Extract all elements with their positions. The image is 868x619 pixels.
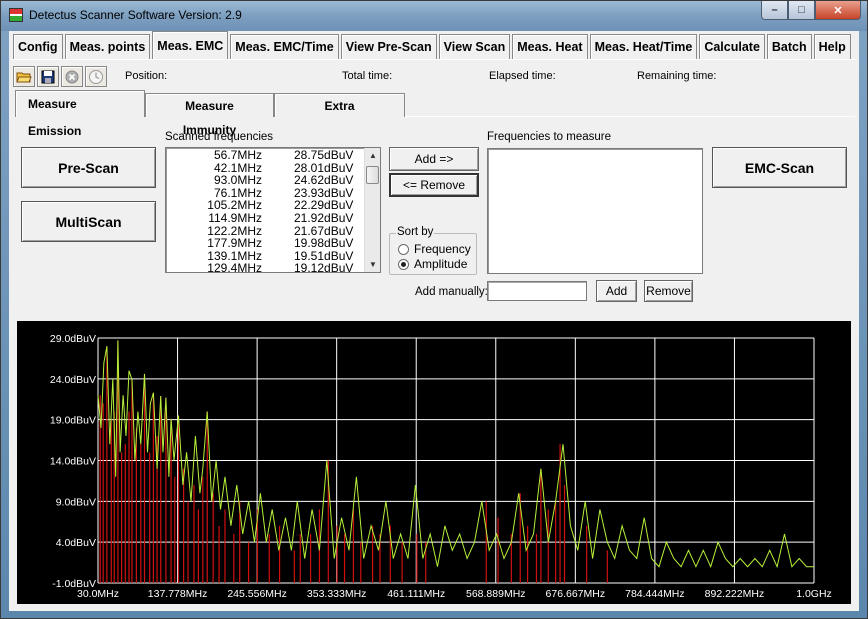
frequency-value: 129.4MHz (207, 261, 262, 273)
amplitude-value: 24.62dBuV (294, 173, 354, 188)
spectrum-chart-svg: 29.0dBuV 24.0dBuV 19.0dBuV 14.0dBuV 9.0dBuV 4… (50, 333, 832, 600)
window-title: Detectus Scanner Software Version: 2.9 (29, 8, 242, 22)
app-icon (9, 8, 23, 22)
frequencies-to-measure-label: Frequencies to measure (487, 131, 612, 143)
tab-view-scan[interactable]: View Scan (438, 34, 511, 59)
y-tick-label: 4.0dBuV (56, 537, 96, 549)
tab-measure-immunity[interactable]: Measure Immunity (145, 93, 274, 137)
x-tick-label: 30.0MHz (77, 588, 119, 600)
maximize-button[interactable]: □ (788, 1, 815, 20)
stop-icon[interactable] (61, 66, 83, 87)
scroll-thumb[interactable] (366, 166, 379, 184)
amplitude-value: 19.98dBuV (294, 236, 354, 251)
save-icon[interactable] (37, 66, 59, 87)
tab-extra[interactable]: Extra (274, 93, 405, 117)
amplitude-value: 28.75dBuV (294, 148, 354, 162)
scanned-frequencies-label: Scanned frequencies (165, 131, 274, 143)
amplitude-radio[interactable] (398, 258, 409, 270)
multiscan-button[interactable]: MultiScan (21, 201, 156, 242)
remove-frequency-button[interactable]: <= Remove (389, 173, 479, 197)
y-tick-label: 14.0dBuV (50, 456, 96, 468)
remaining-time-label: Remaining time: (637, 70, 717, 82)
scroll-up-icon[interactable]: ▲ (365, 148, 380, 163)
frequency-value: 177.9MHz (207, 236, 262, 251)
scroll-down-icon[interactable]: ▼ (365, 257, 380, 272)
emc-scan-button[interactable]: EMC-Scan (712, 147, 847, 188)
tab-meas-points[interactable]: Meas. points (64, 34, 151, 59)
amplitude-value: 21.92dBuV (294, 211, 354, 225)
sort-amplitude-option[interactable]: Amplitude (398, 257, 467, 271)
total-time-label: Total time: (342, 70, 393, 82)
y-tick-label: 29.0dBuV (50, 333, 96, 345)
tab-meas-heat[interactable]: Meas. Heat (512, 34, 588, 59)
main-tab-bar: Config Meas. points Meas. EMC Meas. EMC/… (13, 31, 853, 60)
tab-calculate[interactable]: Calculate (699, 34, 765, 59)
frequency-value: 114.9MHz (208, 211, 262, 225)
sub-tab-bar: Measure Emission Measure Immunity Extra (15, 90, 405, 138)
add-frequency-button[interactable]: Add => (389, 147, 479, 171)
spectrum-trace (97, 340, 814, 569)
tab-measure-emission[interactable]: Measure Emission (15, 90, 145, 138)
x-tick-label: 892.222MHz (705, 588, 765, 600)
tab-meas-emc-time[interactable]: Meas. EMC/Time (230, 34, 339, 59)
close-button[interactable]: ✕ (815, 1, 861, 20)
application-window: Detectus Scanner Software Version: 2.9 –… (0, 0, 868, 619)
frequencies-to-measure-list[interactable] (487, 148, 703, 274)
x-tick-label: 137.778MHz (148, 588, 208, 600)
x-tick-label: 353.333MHz (307, 588, 367, 600)
open-folder-icon[interactable] (13, 66, 35, 87)
y-tick-label: 9.0dBuV (56, 496, 96, 508)
x-tick-label: 784.444MHz (625, 588, 685, 600)
title-bar[interactable]: Detectus Scanner Software Version: 2.9 –… (1, 1, 867, 31)
tab-meas-heat-time[interactable]: Meas. Heat/Time (589, 34, 698, 59)
frequency-value: 56.7MHz (213, 148, 262, 162)
amplitude-radio-label: Amplitude (414, 257, 468, 271)
scanned-list-scrollbar[interactable]: ▲ ▼ (364, 148, 380, 272)
frequency-radio-label: Frequency (414, 242, 471, 256)
sort-by-label: Sort by (396, 226, 435, 238)
x-tick-label: 461.111MHz (387, 588, 445, 600)
tab-view-pre-scan[interactable]: View Pre-Scan (340, 34, 437, 59)
tab-help[interactable]: Help (813, 34, 851, 59)
tab-batch[interactable]: Batch (766, 34, 812, 59)
x-tick-label: 568.889MHz (466, 588, 526, 600)
remove-manual-button[interactable]: Remove (644, 280, 693, 302)
sort-by-group: Sort by Frequency Amplitude (389, 226, 477, 275)
sort-frequency-option[interactable]: Frequency (398, 242, 471, 256)
x-tick-label: 245.556MHz (227, 588, 287, 600)
pre-scan-button[interactable]: Pre-Scan (21, 147, 156, 188)
frequency-value: 93.0MHz (213, 173, 262, 188)
elapsed-time-label: Elapsed time: (489, 70, 556, 82)
clock-icon[interactable] (85, 66, 107, 87)
spectrum-chart: 29.0dBuV 24.0dBuV 19.0dBuV 14.0dBuV 9.0dBuV 4… (17, 321, 851, 604)
y-tick-label: 19.0dBuV (50, 415, 96, 427)
scanned-frequencies-list[interactable]: 56.7MHz 28.75dBuV 42.1MHz 28.01dBuV 93.0MHz 2… (165, 147, 381, 273)
x-tick-label: 676.667MHz (546, 588, 606, 600)
add-manually-input[interactable] (487, 281, 587, 301)
minimize-button[interactable]: – (761, 1, 788, 20)
client-area: Config Meas. points Meas. EMC Meas. EMC/… (9, 31, 859, 611)
position-label: Position: (125, 70, 168, 82)
toolbar: Position: Total time: Elapsed time: Rema… (13, 64, 855, 88)
frequency-radio[interactable] (398, 243, 409, 255)
x-tick-label: 1.0GHz (796, 588, 832, 600)
y-tick-label: 24.0dBuV (50, 374, 96, 386)
tab-meas-emc[interactable]: Meas. EMC (152, 31, 229, 59)
tab-config[interactable]: Config (13, 34, 63, 59)
amplitude-value: 19.12dBuV (294, 261, 354, 273)
add-manually-label: Add manually: (415, 286, 488, 298)
add-manual-button[interactable]: Add (596, 280, 637, 302)
